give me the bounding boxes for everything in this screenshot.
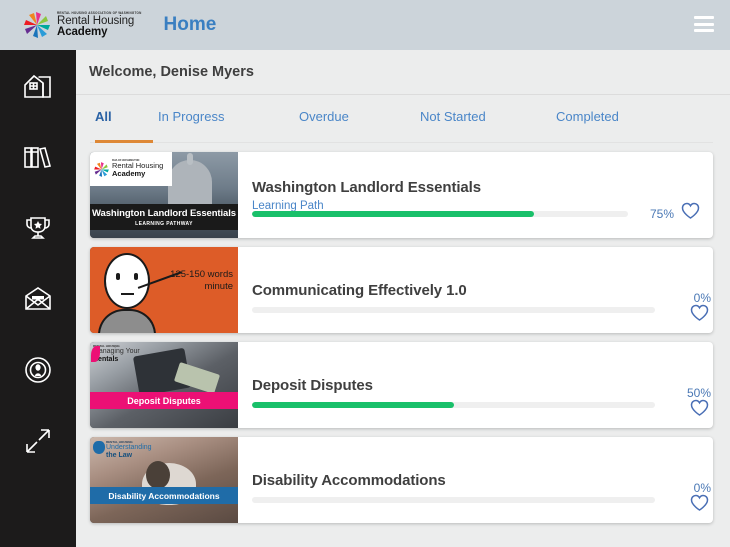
progress-percent: 75%: [649, 206, 674, 221]
main-content: Welcome, Denise Myers All In Progress Over…: [76, 50, 730, 547]
course-card[interactable]: RENTAL HOUSING Understanding the Law Dis…: [90, 437, 713, 523]
course-card[interactable]: RHA OF WASHINGTON Rental Housing Academy…: [90, 152, 713, 238]
series-line-1: Understanding: [106, 444, 152, 452]
thumbnail-logo-plate: RHA OF WASHINGTON Rental Housing Academy: [90, 152, 172, 186]
sidebar-item-library[interactable]: [0, 121, 76, 192]
thumbnail-caption: 125-150 words minute: [170, 269, 233, 292]
series-line-2: the Law: [106, 452, 133, 460]
envelope-mail-icon: [23, 286, 53, 312]
hamburger-bar: [694, 29, 714, 32]
active-tab-underline: [95, 140, 153, 143]
series-line-2: Rentals: [93, 356, 119, 364]
heart-outline-icon[interactable]: [690, 494, 709, 517]
course-title: Washington Landlord Essentials: [252, 178, 481, 196]
course-card-body: Disability Accommodations 0%: [238, 437, 713, 523]
course-card[interactable]: 125-150 words minute Communicating Effect…: [90, 247, 713, 333]
sidebar-item-home[interactable]: [0, 50, 76, 121]
hamburger-bar: [694, 22, 714, 26]
filter-tabs: All In Progress Overdue Not Started Complete…: [76, 95, 730, 143]
podcast-broadcast-icon: [24, 356, 52, 384]
sidebar-item-expand[interactable]: [0, 405, 76, 476]
home-house-icon: [23, 72, 53, 100]
tab-overdue[interactable]: Overdue: [299, 109, 349, 124]
course-thumbnail[interactable]: RHA OF WASHINGTON Rental Housing Academy…: [90, 152, 238, 238]
course-progress-row: 0%: [252, 481, 711, 511]
page-title: Home: [163, 14, 217, 35]
top-header: RENTAL HOUSING ASSOCIATION OF WASHINGTON…: [0, 0, 730, 50]
course-card-body: Washington Landlord Essentials Learning …: [238, 152, 713, 238]
progress-track: [252, 402, 655, 408]
course-progress-row: 0%: [252, 291, 711, 321]
welcome-bar: Welcome, Denise Myers: [76, 50, 730, 95]
course-thumbnail[interactable]: RENTAL HOUSING Managing Your Rentals Dep…: [90, 342, 238, 428]
tab-in-progress[interactable]: In Progress: [158, 109, 224, 124]
sidebar-item-achievements[interactable]: [0, 192, 76, 263]
thumbnail-banner: Deposit Disputes: [90, 392, 238, 409]
series-line-1: Managing Your: [93, 348, 140, 356]
course-progress-row: 50%: [252, 386, 711, 416]
course-card-body: Communicating Effectively 1.0 0%: [238, 247, 713, 333]
blue-owl-mark: [93, 441, 105, 454]
thumbnail-banner-title: Disability Accommodations: [108, 490, 220, 501]
progress-percent: 50%: [686, 386, 711, 400]
progress-track: [252, 307, 655, 313]
course-progress-row: 75%: [252, 202, 701, 225]
sidebar-nav: [0, 50, 76, 547]
cartoon-eye-left: [116, 273, 120, 280]
course-thumbnail[interactable]: RENTAL HOUSING Understanding the Law Dis…: [90, 437, 238, 523]
progress-percent: 0%: [693, 481, 711, 495]
progress-track: [252, 210, 628, 217]
progress-percent: 0%: [693, 291, 711, 305]
thumbnail-series-badge: RENTAL HOUSING Understanding the Law: [106, 440, 152, 460]
expand-arrows-icon: [24, 427, 52, 455]
thumbnail-banner-title: Deposit Disputes: [127, 395, 201, 406]
course-card[interactable]: RENTAL HOUSING Managing Your Rentals Dep…: [90, 342, 713, 428]
course-title: Deposit Disputes: [252, 376, 373, 394]
brand-text: RENTAL HOUSING ASSOCIATION OF WASHINGTON…: [57, 10, 142, 39]
trophy-award-icon: [24, 214, 52, 242]
course-card-list: RHA OF WASHINGTON Rental Housing Academy…: [76, 143, 730, 523]
hamburger-menu-icon[interactable]: [694, 16, 714, 32]
tab-all[interactable]: All: [95, 109, 112, 124]
progress-fill: [252, 402, 454, 408]
heart-outline-icon[interactable]: [681, 202, 701, 225]
cartoon-head: [104, 253, 150, 309]
brand-line-2: Academy: [57, 26, 108, 38]
course-card-body: Deposit Disputes 50%: [238, 342, 713, 428]
brand-association-line: RENTAL HOUSING ASSOCIATION OF WASHINGTON: [57, 10, 142, 15]
tab-completed[interactable]: Completed: [556, 109, 619, 124]
books-library-icon: [23, 144, 53, 170]
course-title: Communicating Effectively 1.0: [252, 281, 467, 299]
welcome-message: Welcome, Denise Myers: [89, 64, 254, 80]
course-title: Disability Accommodations: [252, 471, 446, 489]
thumbnail-banner: Disability Accommodations: [90, 487, 238, 504]
heart-outline-icon[interactable]: [690, 399, 709, 422]
sidebar-item-messages[interactable]: [0, 263, 76, 334]
thumbnail-banner-title: Washington Landlord Essentials: [92, 207, 236, 219]
thumbnail-series-badge: RENTAL HOUSING Managing Your Rentals: [93, 344, 140, 364]
capitol-dome-spire: [187, 153, 193, 165]
cartoon-mouth: [121, 293, 134, 295]
course-thumbnail[interactable]: 125-150 words minute: [90, 247, 238, 333]
thumbnail-banner-subtitle: LEARNING PATHWAY: [135, 220, 193, 227]
tab-not-started[interactable]: Not Started: [420, 109, 486, 124]
brand-logo[interactable]: RENTAL HOUSING ASSOCIATION OF WASHINGTON…: [22, 10, 142, 40]
cartoon-eye-right: [134, 273, 138, 280]
progress-track: [252, 497, 655, 503]
dog-patch-shape: [146, 461, 170, 489]
sidebar-item-broadcasts[interactable]: [0, 334, 76, 405]
progress-fill: [252, 210, 534, 217]
pinwheel-star-logo-icon: [22, 10, 52, 40]
hamburger-bar: [694, 16, 714, 19]
heart-outline-icon[interactable]: [690, 304, 709, 327]
tabs-divider: [90, 142, 713, 143]
thumbnail-banner: Washington Landlord Essentials LEARNING …: [90, 204, 238, 230]
thumb-brand-2: Academy: [112, 169, 146, 179]
